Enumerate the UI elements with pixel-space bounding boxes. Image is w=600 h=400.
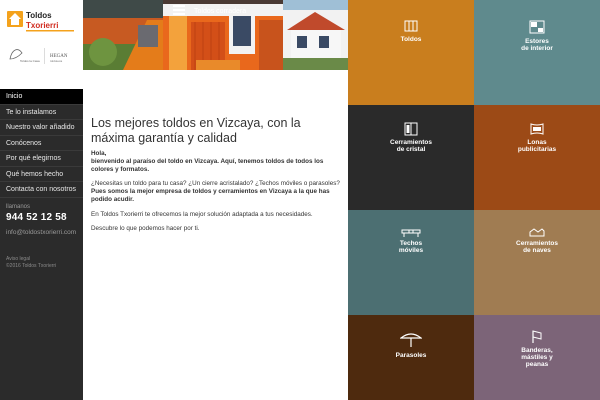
email-link[interactable]: info@toldostxorierri.com: [6, 229, 82, 236]
tile-banderas[interactable]: Banderas, mástiles y peanas: [474, 315, 600, 400]
tile-techos-moviles[interactable]: Techos móviles: [348, 210, 474, 315]
call-label: llamanos: [6, 204, 31, 210]
intro-offer: En Toldos Txorierri te ofrecemos la mejo…: [91, 211, 313, 218]
tile-label: Techos móviles: [398, 240, 424, 254]
intro-answer: Pues somos la mejor empresa de toldos y …: [91, 188, 330, 204]
tile-cerramientos-cristal[interactable]: Cerramientos de cristal: [348, 105, 474, 210]
sidebar: Toldos Txorierri Toldos la Casa HEGAN to…: [0, 0, 83, 400]
logo-area: Toldos Txorierri Toldos la Casa HEGAN to…: [0, 0, 83, 89]
tile-lonas[interactable]: Lonas publicitarias: [474, 105, 600, 210]
intro-discover: Descubre lo que podemos hacer por ti.: [91, 225, 200, 232]
intro-question: ¿Necesitas un toldo para tu casa? ¿Un ci…: [91, 180, 340, 187]
nav-item-inicio[interactable]: Inicio: [0, 89, 83, 105]
tile-toldos[interactable]: Toldos: [348, 0, 474, 105]
banner-icon: [530, 123, 544, 135]
nav-item-valor-anadido[interactable]: Nuestro valor añadido: [0, 120, 83, 136]
tile-label: Toldos: [400, 36, 422, 43]
copyright: ©2016 Toldos Txorierri: [6, 263, 57, 269]
legal-block: Aviso legal ©2016 Toldos Txorierri: [6, 256, 56, 270]
flag-icon: [532, 330, 542, 343]
warehouse-icon: [529, 228, 545, 237]
brand-word2: Txorierri: [26, 21, 58, 30]
partner1-name: Toldos la Casa: [20, 59, 40, 63]
tile-parasoles[interactable]: Parasoles: [348, 315, 474, 400]
hero-caption: Toldos corradera: [194, 8, 247, 15]
legal-link[interactable]: Aviso legal: [6, 256, 56, 263]
tile-label: Cerramientos de cristal: [390, 139, 432, 153]
nav-item-conocenos[interactable]: Conócenos: [0, 136, 83, 151]
brand-word1: Toldos: [26, 11, 52, 20]
tile-estores[interactable]: Estores de interior: [474, 0, 600, 105]
tile-label: Banderas, mástiles y peanas: [521, 347, 553, 368]
tile-label: Parasoles: [395, 352, 427, 359]
main-nav: Inicio Te lo instalamos Nuestro valor añ…: [0, 89, 83, 198]
blinds-icon: [529, 20, 545, 34]
movable-roof-icon: [401, 229, 421, 237]
intro-welcome: bienvenido al paraíso del toldo en Vizca…: [91, 158, 324, 174]
contact-block: llamanos 944 52 12 58 info@toldostxorier…: [6, 204, 82, 236]
nav-item-por-que-elegirnos[interactable]: Por qué elegirnos: [0, 151, 83, 167]
nav-item-contacta[interactable]: Contacta con nosotros: [0, 182, 83, 198]
nav-item-que-hemos-hecho[interactable]: Qué hemos hecho: [0, 167, 83, 182]
phone-number[interactable]: 944 52 12 58: [6, 212, 82, 223]
awning-icon: [404, 20, 418, 32]
intro-greeting: Hola,: [91, 150, 107, 157]
tile-label: Lonas publicitarias: [517, 139, 557, 153]
menu-toggle-icon[interactable]: [173, 5, 185, 17]
page-title: Los mejores toldos en Vizcaya, con la má…: [91, 116, 301, 145]
main-content: Los mejores toldos en Vizcaya, con la má…: [83, 70, 348, 400]
partner-logos: Toldos la Casa HEGAN toldoteca: [9, 48, 68, 64]
tile-label: Cerramientos de naves: [516, 240, 558, 254]
tile-label: Estores de interior: [521, 38, 553, 52]
brand-logo[interactable]: Toldos Txorierri: [6, 8, 78, 34]
tile-cerramientos-naves[interactable]: Cerramientos de naves: [474, 210, 600, 315]
glass-enclosure-icon: [404, 122, 418, 136]
nav-item-te-lo-instalamos[interactable]: Te lo instalamos: [0, 105, 83, 120]
partner2-sub: toldoteca: [50, 59, 63, 63]
parasol-icon: [400, 333, 422, 347]
